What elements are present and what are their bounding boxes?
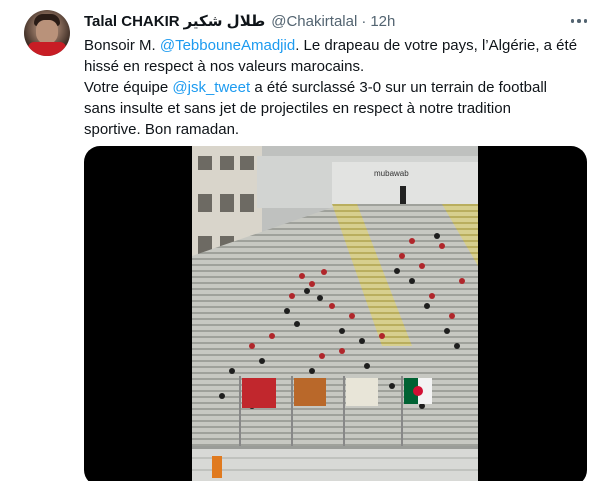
more-horizontal-icon bbox=[570, 19, 575, 23]
display-name[interactable]: Talal CHAKIR bbox=[84, 13, 180, 30]
user-handle[interactable]: @Chakirtalal bbox=[271, 13, 357, 30]
tweet-text-line: sans insulte et sans jet de projectiles … bbox=[84, 100, 511, 117]
media-container[interactable]: mubawab bbox=[84, 146, 587, 481]
tweet-text-line: hissé en respect à nos valeurs marocains… bbox=[84, 58, 365, 75]
tweet-header: Talal CHAKIR طلال شكير @Chakirtalal · 12… bbox=[84, 11, 395, 31]
video-frame[interactable]: mubawab bbox=[192, 146, 478, 481]
tweet-text-line: Bonsoir M. @TebbouneAmadjid. Le drapeau … bbox=[84, 37, 578, 54]
avatar-scarf bbox=[28, 42, 66, 56]
video-play-area[interactable] bbox=[192, 146, 478, 481]
mention-jsk[interactable]: @jsk_tweet bbox=[172, 79, 250, 96]
timestamp[interactable]: 12h bbox=[370, 13, 395, 30]
tweet-text-line: sportive. Bon ramadan. bbox=[84, 121, 240, 138]
avatar[interactable] bbox=[24, 10, 70, 56]
display-name-arabic[interactable]: طلال شكير bbox=[184, 12, 266, 30]
tweet[interactable]: Talal CHAKIR طلال شكير @Chakirtalal · 12… bbox=[0, 0, 605, 481]
tweet-text: Bonsoir M. @TebbouneAmadjid. Le drapeau … bbox=[84, 35, 584, 140]
tweet-text-line: Votre équipe @jsk_tweet a été surclassé … bbox=[84, 79, 548, 96]
avatar-face bbox=[36, 20, 58, 44]
separator-dot: · bbox=[361, 12, 367, 30]
more-options-button[interactable] bbox=[566, 10, 592, 32]
mention-tebboune[interactable]: @TebbouneAmadjid bbox=[160, 37, 295, 54]
